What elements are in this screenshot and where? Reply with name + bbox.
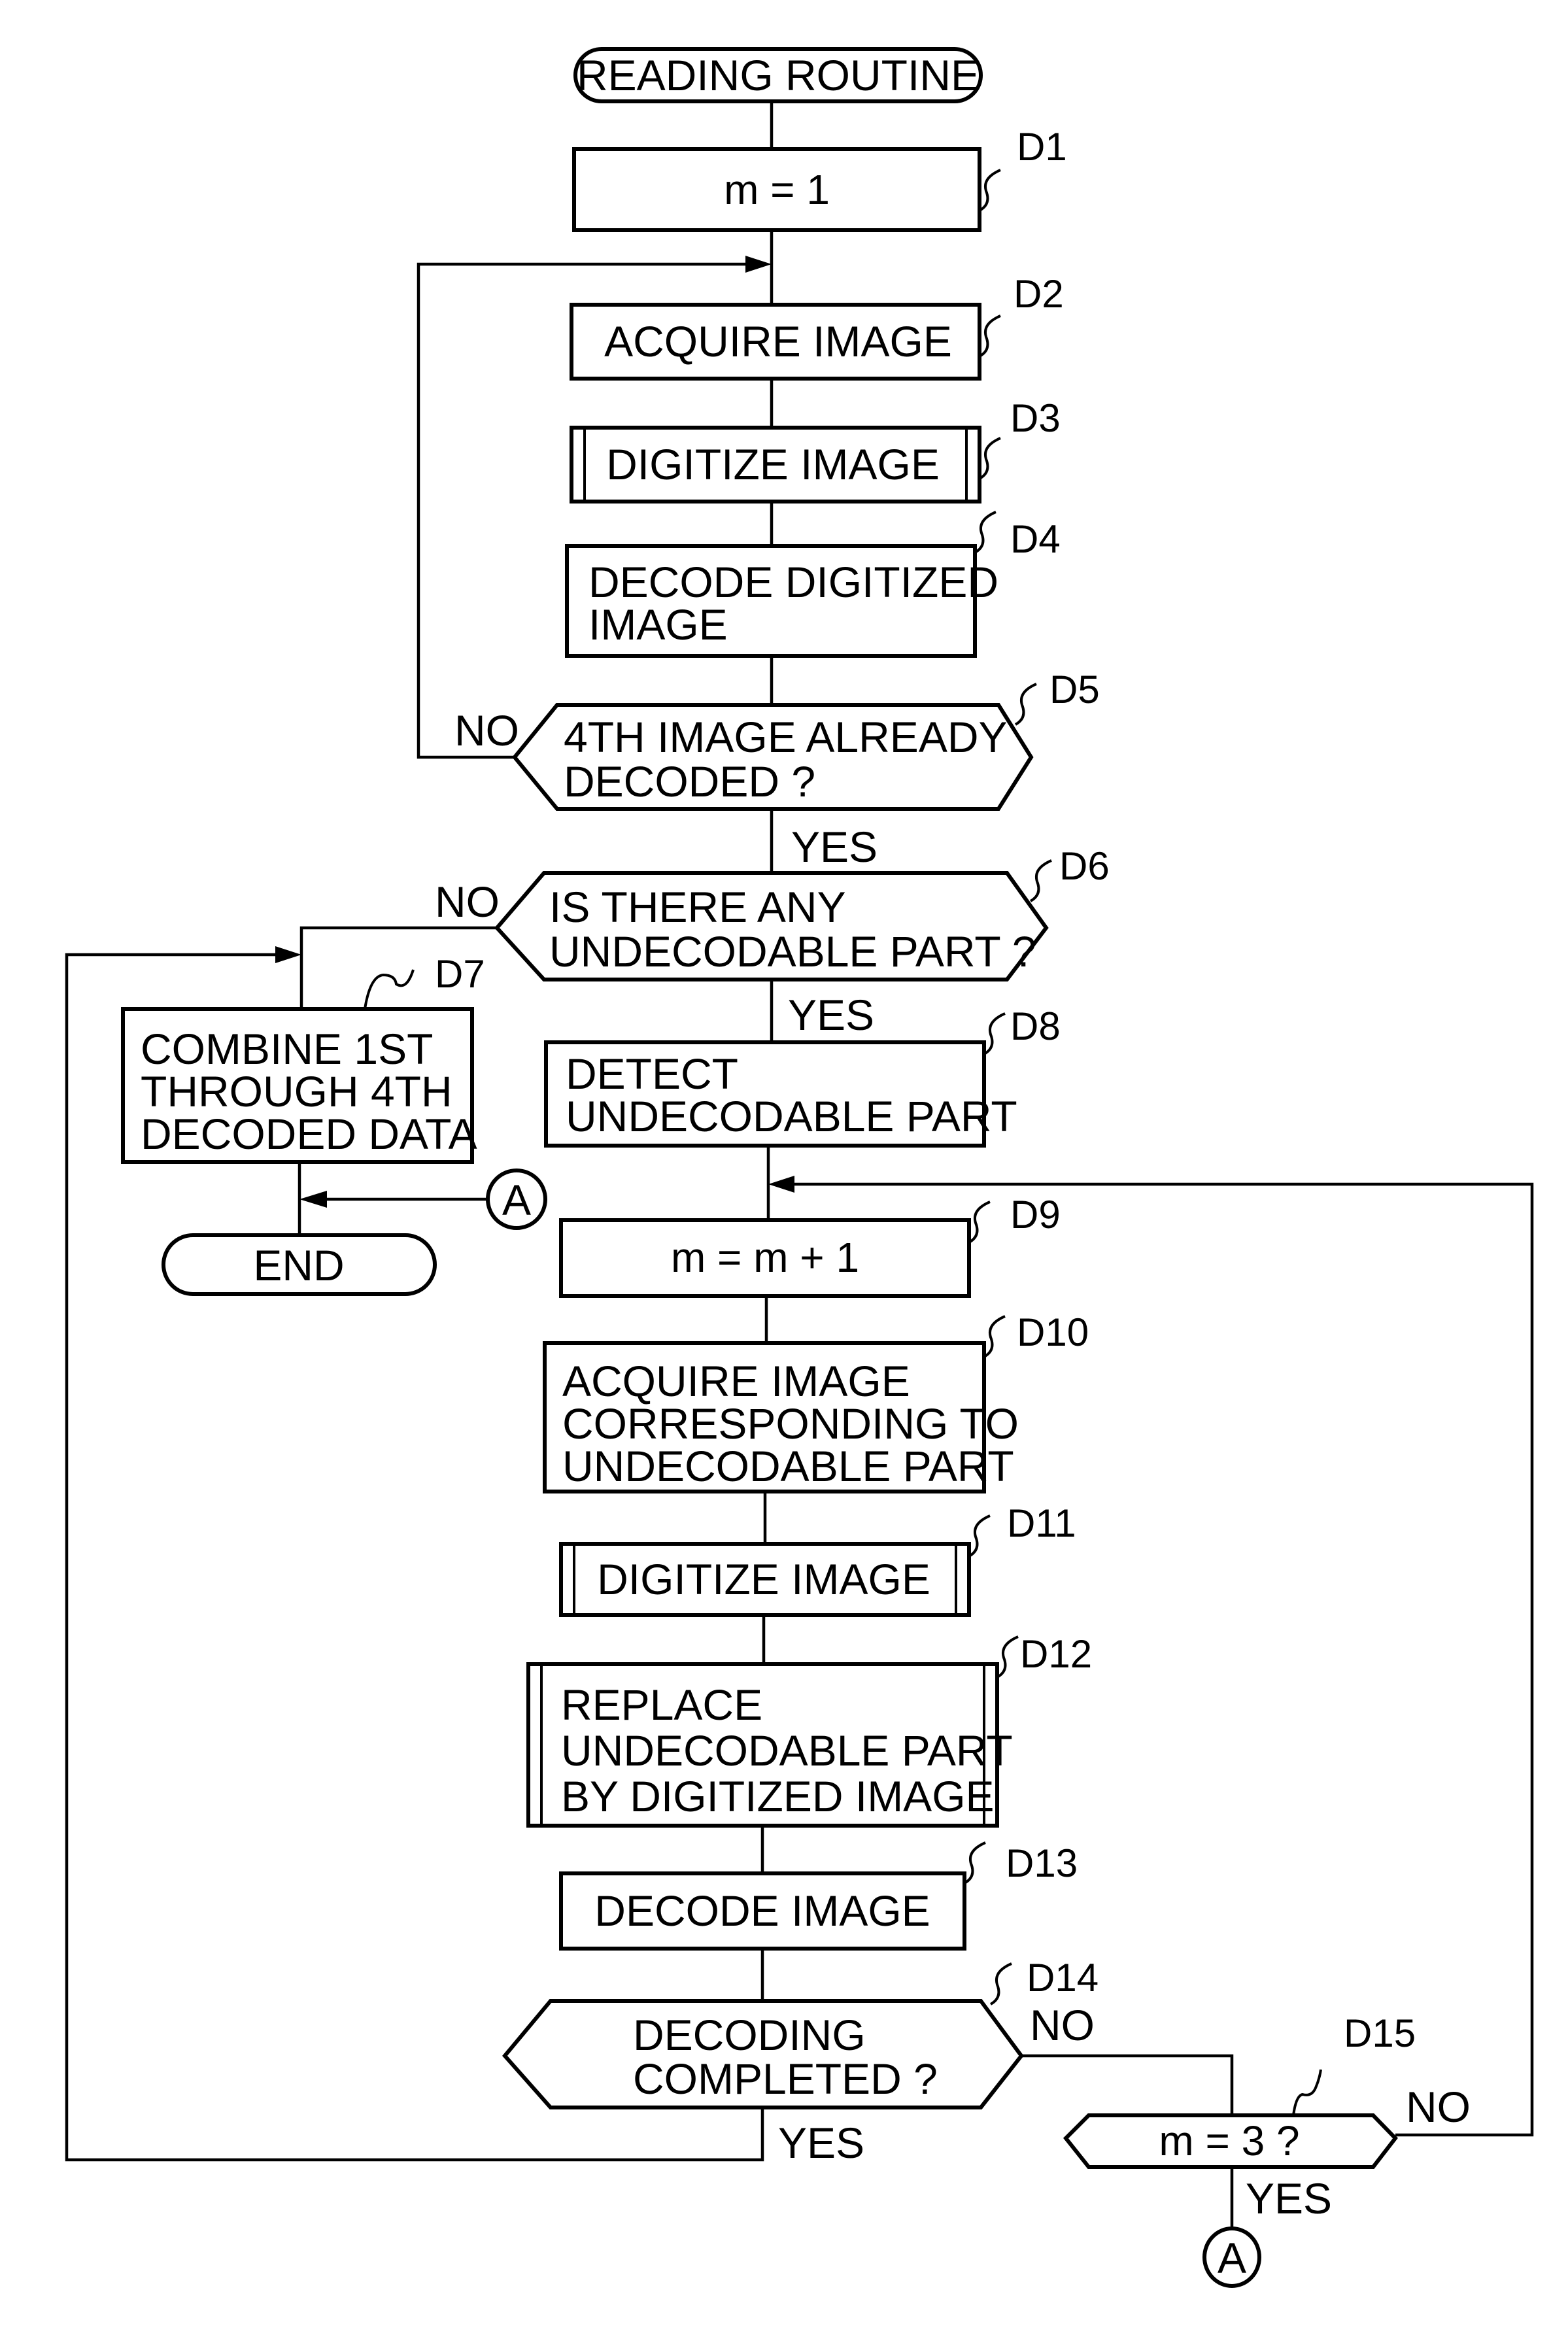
ref-d13: D13	[1006, 1841, 1078, 1885]
step-d8: DETECT UNDECODABLE PART	[544, 1040, 1017, 1148]
d6-yes-label: YES	[788, 991, 874, 1039]
step-d4-line1: DECODE DIGITIZED	[588, 558, 998, 606]
step-d12-line3: BY DIGITIZED IMAGE	[561, 1772, 995, 1820]
ref-d9: D9	[1010, 1193, 1061, 1237]
arrowhead	[768, 1176, 794, 1193]
step-d6: IS THERE ANY UNDECODABLE PART ?	[494, 871, 1049, 981]
ref-d7: D7	[435, 952, 485, 996]
d14-no-label: NO	[1030, 2001, 1095, 2049]
start-terminator: READING ROUTINE	[573, 47, 983, 103]
step-d8-line1: DETECT	[566, 1049, 738, 1098]
ref-d4: D4	[1010, 517, 1061, 561]
edge-d14-no	[1021, 2054, 1234, 2115]
step-d10: ACQUIRE IMAGE CORRESPONDING TO UNDECODAB…	[543, 1341, 1019, 1493]
arrowhead	[299, 1191, 327, 1208]
d5-yes-label: YES	[791, 823, 878, 871]
end-terminator: END	[162, 1233, 437, 1296]
ref-d15: D15	[1344, 2011, 1416, 2055]
step-d15-text: m = 3 ?	[1159, 2117, 1299, 2164]
connector-a-lower-label: A	[1218, 2234, 1246, 2282]
ref-d8: D8	[1010, 1004, 1061, 1048]
step-d10-line3: UNDECODABLE PART	[562, 1442, 1014, 1490]
connector-a-lower: A	[1202, 2226, 1261, 2288]
step-d5: 4TH IMAGE ALREADY DECODED ?	[512, 703, 1034, 811]
step-d8-line2: UNDECODABLE PART	[566, 1092, 1017, 1140]
step-d4: DECODE DIGITIZED IMAGE	[565, 544, 998, 658]
edge-d15-no-loop	[788, 1182, 1534, 2137]
step-d7: COMBINE 1ST THROUGH 4TH DECODED DATA	[121, 1007, 477, 1164]
step-d5-line2: DECODED ?	[564, 757, 815, 806]
ref-d12: D12	[1020, 1632, 1092, 1676]
d14-yes-label: YES	[778, 2119, 864, 2167]
connector-a-upper: A	[486, 1168, 547, 1230]
step-d15: m = 3 ?	[1063, 2113, 1398, 2169]
ref-d14: D14	[1027, 1956, 1099, 2000]
arrowhead	[275, 946, 301, 963]
flowchart: READING ROUTINE m = 1 ACQUIRE IMAGE DIGI…	[65, 47, 1534, 2288]
step-d5-line1: 4TH IMAGE ALREADY	[564, 713, 1008, 761]
step-d3-text: DIGITIZE IMAGE	[606, 440, 940, 488]
step-d4-line2: IMAGE	[588, 600, 728, 649]
ref-d1: D1	[1017, 125, 1067, 169]
connector-a-upper-label: A	[502, 1176, 531, 1224]
step-d12-line1: REPLACE	[561, 1680, 762, 1729]
step-d10-line1: ACQUIRE IMAGE	[562, 1357, 910, 1405]
step-d9-text: m = m + 1	[671, 1234, 859, 1281]
step-d10-line2: CORRESPONDING TO	[562, 1399, 1019, 1448]
step-d14-line2: COMPLETED ?	[633, 2055, 938, 2103]
d15-yes-label: YES	[1246, 2174, 1332, 2223]
step-d9: m = m + 1	[559, 1218, 971, 1298]
start-label: READING ROUTINE	[577, 51, 980, 99]
step-d2-text: ACQUIRE IMAGE	[604, 317, 952, 366]
step-d6-line2: UNDECODABLE PART ?	[549, 927, 1036, 976]
step-d3: DIGITIZE IMAGE	[570, 426, 981, 503]
step-d14: DECODING COMPLETED ?	[502, 1999, 1024, 2109]
arrowhead	[745, 256, 772, 273]
step-d1-text: m = 1	[724, 166, 830, 213]
step-d14-line1: DECODING	[633, 2011, 866, 2059]
step-d7-line1: COMBINE 1ST	[141, 1025, 433, 1073]
d6-no-label: NO	[435, 878, 500, 926]
ref-d11: D11	[1007, 1501, 1076, 1545]
ref-d5: D5	[1049, 668, 1100, 711]
ref-d10: D10	[1017, 1310, 1089, 1354]
step-d7-line2: THROUGH 4TH	[141, 1067, 452, 1116]
ref-d6: D6	[1059, 844, 1110, 888]
step-d12: REPLACE UNDECODABLE PART BY DIGITIZED IM…	[526, 1662, 1013, 1828]
ref-d3: D3	[1010, 396, 1061, 440]
step-d2: ACQUIRE IMAGE	[570, 303, 981, 381]
step-d11-text: DIGITIZE IMAGE	[597, 1555, 930, 1603]
step-d1: m = 1	[572, 147, 981, 232]
d15-no-label: NO	[1406, 2083, 1471, 2131]
step-d12-line2: UNDECODABLE PART	[561, 1726, 1013, 1775]
step-d11: DIGITIZE IMAGE	[559, 1542, 971, 1617]
step-d6-line1: IS THERE ANY	[549, 883, 846, 931]
d5-no-label: NO	[454, 706, 519, 755]
end-label: END	[253, 1241, 344, 1289]
ref-d2: D2	[1014, 272, 1064, 316]
step-d13: DECODE IMAGE	[559, 1871, 966, 1951]
step-d13-text: DECODE IMAGE	[594, 1886, 930, 1935]
step-d7-line3: DECODED DATA	[141, 1110, 477, 1158]
